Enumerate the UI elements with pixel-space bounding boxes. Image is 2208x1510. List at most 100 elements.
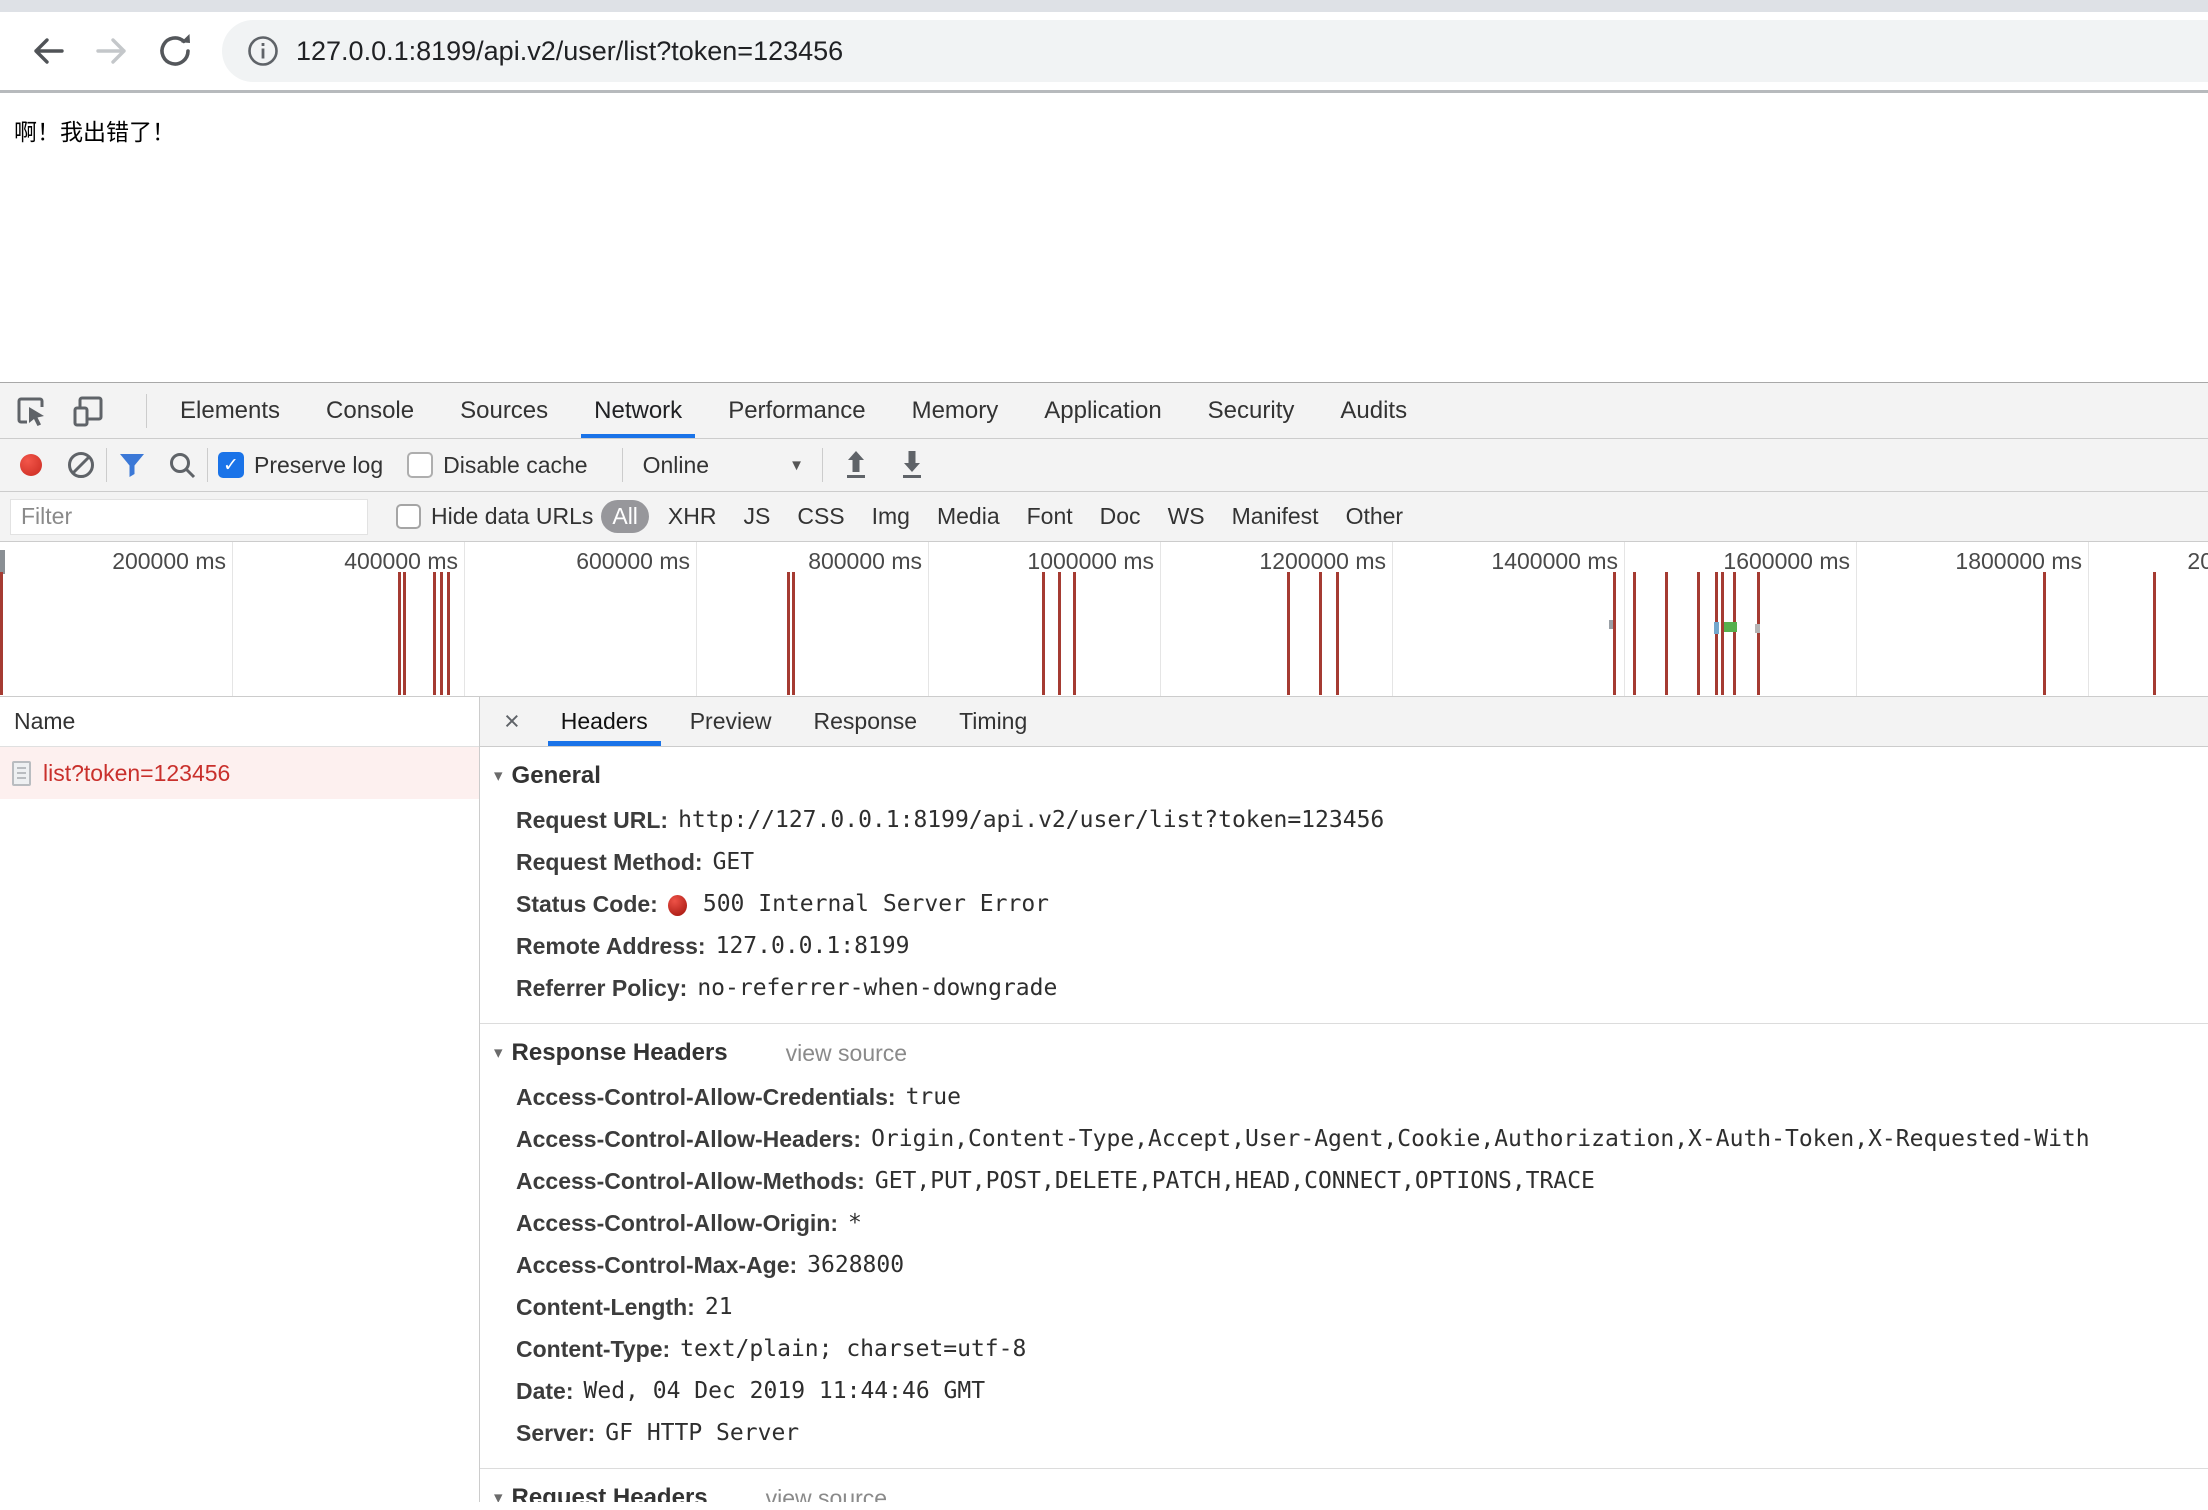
details-tab-headers[interactable]: Headers <box>540 697 669 746</box>
tab-console[interactable]: Console <box>303 383 437 438</box>
tab-network[interactable]: Network <box>571 383 705 438</box>
header-value: GET <box>713 849 755 875</box>
filter-type-xhr[interactable]: XHR <box>661 500 724 533</box>
record-button[interactable] <box>20 454 42 476</box>
devtools-tabbar: ElementsConsoleSourcesNetworkPerformance… <box>0 383 2208 439</box>
request-activity-bar <box>0 572 3 695</box>
tab-memory[interactable]: Memory <box>889 383 1022 438</box>
disable-cache-checkbox[interactable] <box>407 452 433 478</box>
filter-type-ws[interactable]: WS <box>1161 500 1212 533</box>
header-key: Status Code: <box>516 891 658 918</box>
header-row: Request URL:http://127.0.0.1:8199/api.v2… <box>494 799 2208 841</box>
import-har-icon[interactable] <box>841 448 871 482</box>
request-row[interactable]: list?token=123456 <box>0 747 479 799</box>
header-value: 3628800 <box>807 1252 904 1278</box>
tab-audits[interactable]: Audits <box>1317 383 1430 438</box>
request-type-filters: All XHR JS CSS Img Media Font Doc WS Manifest Othe… <box>593 500 1423 533</box>
network-overview-timeline[interactable]: 200000 ms400000 ms600000 ms800000 ms1000… <box>0 542 2208 697</box>
filter-type-doc[interactable]: Doc <box>1093 500 1148 533</box>
view-source-link[interactable]: view source <box>786 1040 907 1067</box>
back-arrow-icon <box>28 31 68 71</box>
section-header[interactable]: ▾ Response Headers view source <box>494 1030 2208 1076</box>
details-tab-response[interactable]: Response <box>793 697 939 746</box>
filter-type-js[interactable]: JS <box>736 500 777 533</box>
details-tab-timing[interactable]: Timing <box>938 697 1048 746</box>
timeline-gridline <box>232 542 233 696</box>
search-icon[interactable] <box>167 450 197 480</box>
filter-type-manifest[interactable]: Manifest <box>1225 500 1326 533</box>
back-button[interactable] <box>16 19 80 83</box>
close-icon[interactable]: × <box>480 697 540 746</box>
filter-type-img[interactable]: Img <box>865 500 917 533</box>
forward-button[interactable] <box>80 19 144 83</box>
header-key: Access-Control-Max-Age: <box>516 1252 797 1279</box>
network-toolbar: ✓ Preserve log Disable cache Online ▼ <box>0 439 2208 492</box>
throttling-dropdown[interactable]: Online ▼ <box>643 452 804 479</box>
header-row: Request Method: GET <box>494 841 2208 883</box>
clear-icon[interactable] <box>66 450 96 480</box>
section-header[interactable]: ▾Request Headersview source <box>494 1475 2208 1502</box>
request-activity-bar <box>1613 572 1616 695</box>
divider <box>146 394 147 428</box>
details-tabs: HeadersPreviewResponseTiming <box>540 697 1049 746</box>
filter-icon[interactable] <box>117 450 147 480</box>
tab-sources[interactable]: Sources <box>437 383 571 438</box>
timeline-tick-label: 1200000 ms <box>1240 548 1386 575</box>
name-column-header[interactable]: Name <box>0 697 479 747</box>
timeline-tick-label: 1000000 ms <box>1008 548 1154 575</box>
filter-type-css[interactable]: CSS <box>790 500 851 533</box>
device-toolbar-icon[interactable] <box>70 393 106 429</box>
header-value: 21 <box>705 1294 733 1320</box>
header-value: * <box>848 1210 862 1236</box>
triangle-down-icon: ▾ <box>494 1043 503 1063</box>
header-row: Date:Wed, 04 Dec 2019 11:44:46 GMT <box>494 1370 2208 1412</box>
header-value: http://127.0.0.1:8199/api.v2/user/list?t… <box>678 807 1384 833</box>
hide-data-urls-checkbox[interactable] <box>396 504 421 529</box>
document-icon <box>12 761 31 786</box>
header-row: Access-Control-Allow-Methods:GET,PUT,POS… <box>494 1160 2208 1202</box>
timeline-gridline <box>464 542 465 696</box>
header-row: Content-Length:21 <box>494 1286 2208 1328</box>
header-row: Access-Control-Allow-Credentials:true <box>494 1076 2208 1118</box>
header-key: Date: <box>516 1378 574 1405</box>
preserve-log-checkbox[interactable]: ✓ <box>218 452 244 478</box>
section-title: Request Headers <box>512 1484 708 1502</box>
timeline-tick-label: 800000 ms <box>776 548 922 575</box>
address-bar[interactable]: 127.0.0.1:8199/api.v2/user/list?token=12… <box>222 20 2208 82</box>
details-tab-preview[interactable]: Preview <box>669 697 793 746</box>
request-activity-bar <box>1757 572 1760 695</box>
header-key: Access-Control-Allow-Origin: <box>516 1210 838 1237</box>
tab-application[interactable]: Application <box>1021 383 1184 438</box>
reload-button[interactable] <box>144 19 208 83</box>
timeline-gridline <box>1624 542 1625 696</box>
timeline-zero-tick <box>0 550 5 574</box>
header-value: 500 Internal Server Error <box>703 891 1049 917</box>
page-content: 啊！我出错了！ <box>0 93 2208 382</box>
filter-type-media[interactable]: Media <box>930 500 1007 533</box>
request-activity-bar <box>403 572 406 695</box>
request-activity-bar <box>787 572 790 695</box>
view-source-link[interactable]: view source <box>766 1485 887 1503</box>
inspect-element-icon[interactable] <box>14 394 48 428</box>
timeline-mark <box>1724 622 1737 632</box>
tab-security[interactable]: Security <box>1185 383 1318 438</box>
request-activity-bar <box>1733 572 1736 695</box>
header-key: Access-Control-Allow-Methods: <box>516 1168 865 1195</box>
section-header[interactable]: ▾General <box>494 753 2208 799</box>
filter-type-font[interactable]: Font <box>1020 500 1080 533</box>
filter-type-other[interactable]: Other <box>1339 500 1411 533</box>
header-value: GF HTTP Server <box>605 1420 799 1446</box>
request-activity-bar <box>1073 572 1076 695</box>
section-title: Response Headers <box>512 1039 728 1067</box>
request-activity-bar <box>398 572 401 695</box>
filter-input[interactable] <box>10 499 368 535</box>
filter-type-all[interactable]: All <box>601 500 649 533</box>
info-icon[interactable] <box>246 34 280 68</box>
tab-elements[interactable]: Elements <box>157 383 303 438</box>
export-har-icon[interactable] <box>897 448 927 482</box>
header-value: no-referrer-when-downgrade <box>697 975 1057 1001</box>
header-key: Request Method: <box>516 849 703 876</box>
section-title: General <box>512 762 601 790</box>
request-activity-bar <box>2153 572 2156 695</box>
tab-performance[interactable]: Performance <box>705 383 888 438</box>
